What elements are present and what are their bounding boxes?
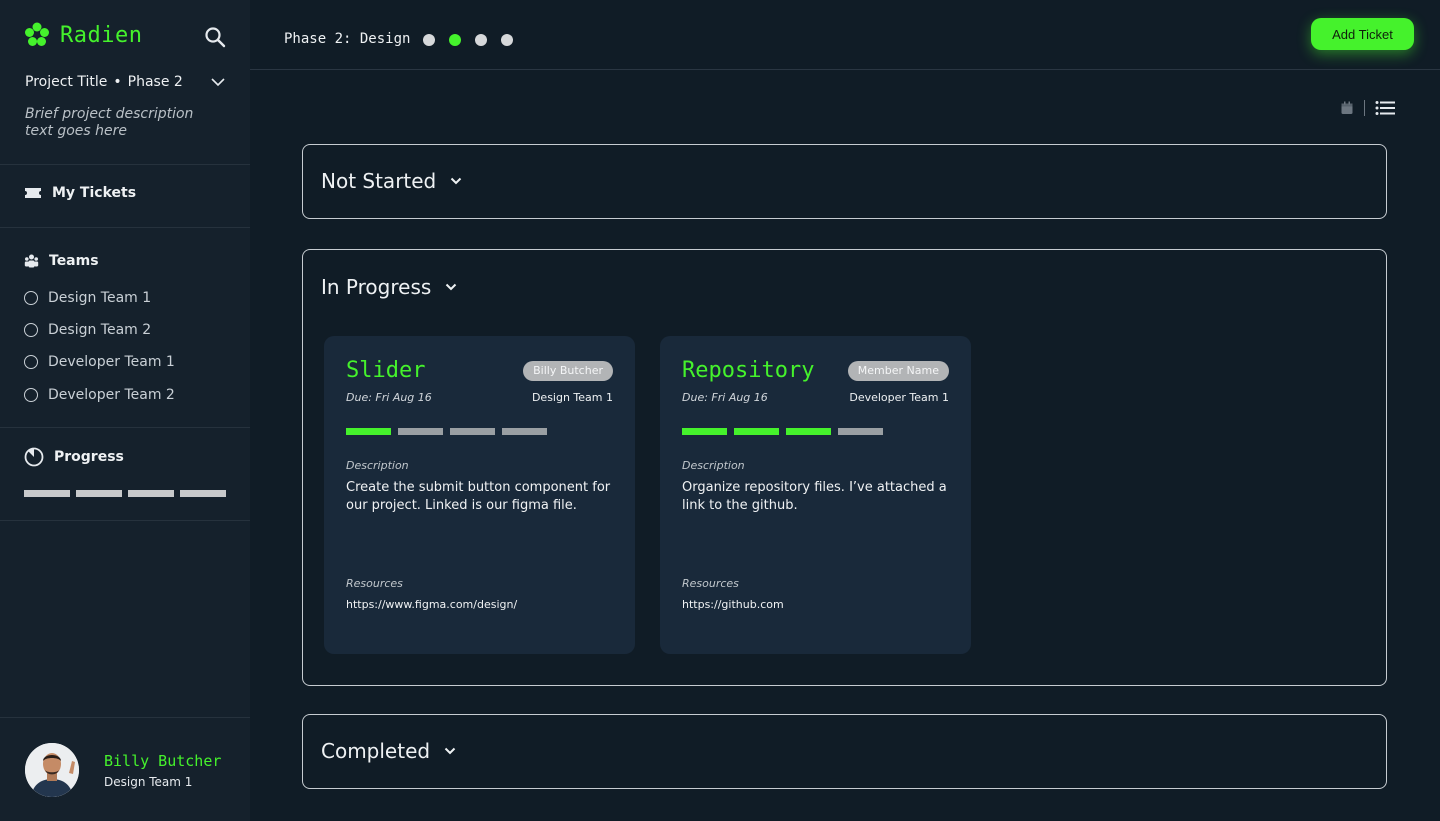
section-header-not-started[interactable]: Not Started [321, 169, 462, 193]
ticket-title: Slider [346, 358, 426, 383]
nav-teams-label: Teams [49, 253, 99, 269]
topbar: Phase 2: Design Add Ticket [250, 0, 1440, 70]
progress-segment [398, 428, 443, 435]
radio-icon [24, 291, 38, 305]
team-icon [24, 254, 39, 268]
ticket-icon [25, 188, 41, 198]
section-title: Completed [321, 739, 431, 763]
team-item-label: Developer Team 1 [48, 354, 175, 370]
ticket-title: Repository [682, 358, 815, 383]
view-toggle [1340, 100, 1395, 116]
section-header-completed[interactable]: Completed [321, 739, 456, 763]
description-label: Description [346, 459, 409, 472]
nav-progress-label: Progress [54, 449, 124, 465]
ticket-progress-bar [346, 428, 547, 435]
chevron-down-icon [446, 283, 457, 291]
description-label: Description [682, 459, 745, 472]
section-header-in-progress[interactable]: In Progress [321, 275, 457, 299]
progress-segment [682, 428, 727, 435]
team-item-label: Design Team 2 [48, 322, 152, 338]
brand-name: Radien [60, 22, 143, 48]
sidebar: Radien Project Title • Phase 2 Brief pro… [0, 0, 250, 821]
ticket-due-date: Due: Fri Aug 16 [346, 391, 432, 404]
search-icon [205, 27, 226, 48]
phase-dot-2[interactable] [449, 34, 461, 46]
section-completed: Completed [302, 714, 1387, 789]
radio-icon [24, 323, 38, 337]
progress-segment [24, 490, 70, 497]
resources-label: Resources [682, 577, 739, 590]
divider [0, 520, 250, 521]
progress-segment [502, 428, 547, 435]
toggle-separator [1364, 100, 1365, 116]
project-description: Brief project description text goes here [25, 106, 194, 139]
section-title: Not Started [321, 169, 437, 193]
phase-label: Phase 2: Design [284, 31, 411, 47]
team-item-design-team-1[interactable]: Design Team 1 [24, 290, 151, 306]
chevron-down-icon [444, 747, 456, 755]
resource-link[interactable]: https://www.figma.com/design/ [346, 598, 517, 611]
team-item-label: Design Team 1 [48, 290, 152, 306]
chevron-down-icon [211, 78, 225, 87]
divider [0, 427, 250, 428]
progress-segment [346, 428, 391, 435]
team-item-design-team-2[interactable]: Design Team 2 [24, 322, 151, 338]
ticket-card[interactable]: Slider Billy Butcher Due: Fri Aug 16 Des… [324, 336, 635, 654]
progress-segment [786, 428, 831, 435]
ticket-due-date: Due: Fri Aug 16 [682, 391, 768, 404]
progress-segment [838, 428, 883, 435]
ticket-team: Design Team 1 [531, 391, 613, 404]
resources-label: Resources [346, 577, 403, 590]
radien-logo-icon [25, 22, 49, 46]
section-in-progress: In Progress Slider Billy Butcher Due: Fr… [302, 249, 1387, 686]
progress-segment [180, 490, 226, 497]
project-selector[interactable]: Project Title • Phase 2 [25, 74, 225, 90]
phase-dot-3[interactable] [475, 34, 487, 46]
ticket-description: Organize repository files. I’ve attached… [682, 480, 947, 513]
assignee-badge: Billy Butcher [523, 361, 613, 381]
progress-segment [76, 490, 122, 497]
phase-dot-4[interactable] [501, 34, 513, 46]
avatar [25, 743, 79, 797]
section-not-started: Not Started [302, 144, 1387, 219]
user-team: Design Team 1 [104, 774, 193, 789]
section-title: In Progress [321, 275, 432, 299]
radio-icon [24, 355, 38, 369]
team-item-label: Developer Team 2 [48, 387, 175, 403]
divider [0, 164, 250, 165]
ticket-card[interactable]: Repository Member Name Due: Fri Aug 16 D… [660, 336, 971, 654]
phase-stepper [423, 34, 513, 46]
ticket-progress-bar [682, 428, 883, 435]
team-item-developer-team-1[interactable]: Developer Team 1 [24, 354, 175, 370]
progress-segment [450, 428, 495, 435]
progress-segment [734, 428, 779, 435]
nav-progress[interactable]: Progress [24, 447, 124, 467]
progress-segment [128, 490, 174, 497]
assignee-badge: Member Name [847, 361, 949, 381]
chevron-down-icon [451, 177, 462, 185]
brand[interactable]: Radien [24, 22, 142, 48]
add-ticket-button[interactable]: Add Ticket [1311, 18, 1414, 50]
project-title: Project Title [25, 74, 108, 90]
phase-dot-1[interactable] [423, 34, 435, 46]
project-phase: Phase 2 [127, 74, 183, 90]
calendar-icon[interactable] [1340, 101, 1354, 115]
resource-link[interactable]: https://github.com [682, 598, 784, 611]
sidebar-progress-bar [24, 490, 226, 497]
project-separator: • [113, 74, 122, 90]
list-icon[interactable] [1375, 100, 1395, 116]
ticket-description: Create the submit button component for o… [346, 480, 611, 513]
nav-teams[interactable]: Teams [24, 253, 99, 269]
user-profile[interactable]: Billy Butcher Design Team 1 [25, 743, 221, 797]
nav-my-tickets[interactable]: My Tickets [24, 185, 136, 201]
search-button[interactable] [204, 26, 228, 50]
team-item-developer-team-2[interactable]: Developer Team 2 [24, 387, 175, 403]
clock-icon [24, 447, 44, 467]
divider [0, 227, 250, 228]
user-name: Billy Butcher [104, 751, 222, 770]
divider [0, 717, 250, 718]
nav-my-tickets-label: My Tickets [52, 185, 137, 201]
ticket-team: Developer Team 1 [849, 391, 949, 404]
radio-icon [24, 388, 38, 402]
